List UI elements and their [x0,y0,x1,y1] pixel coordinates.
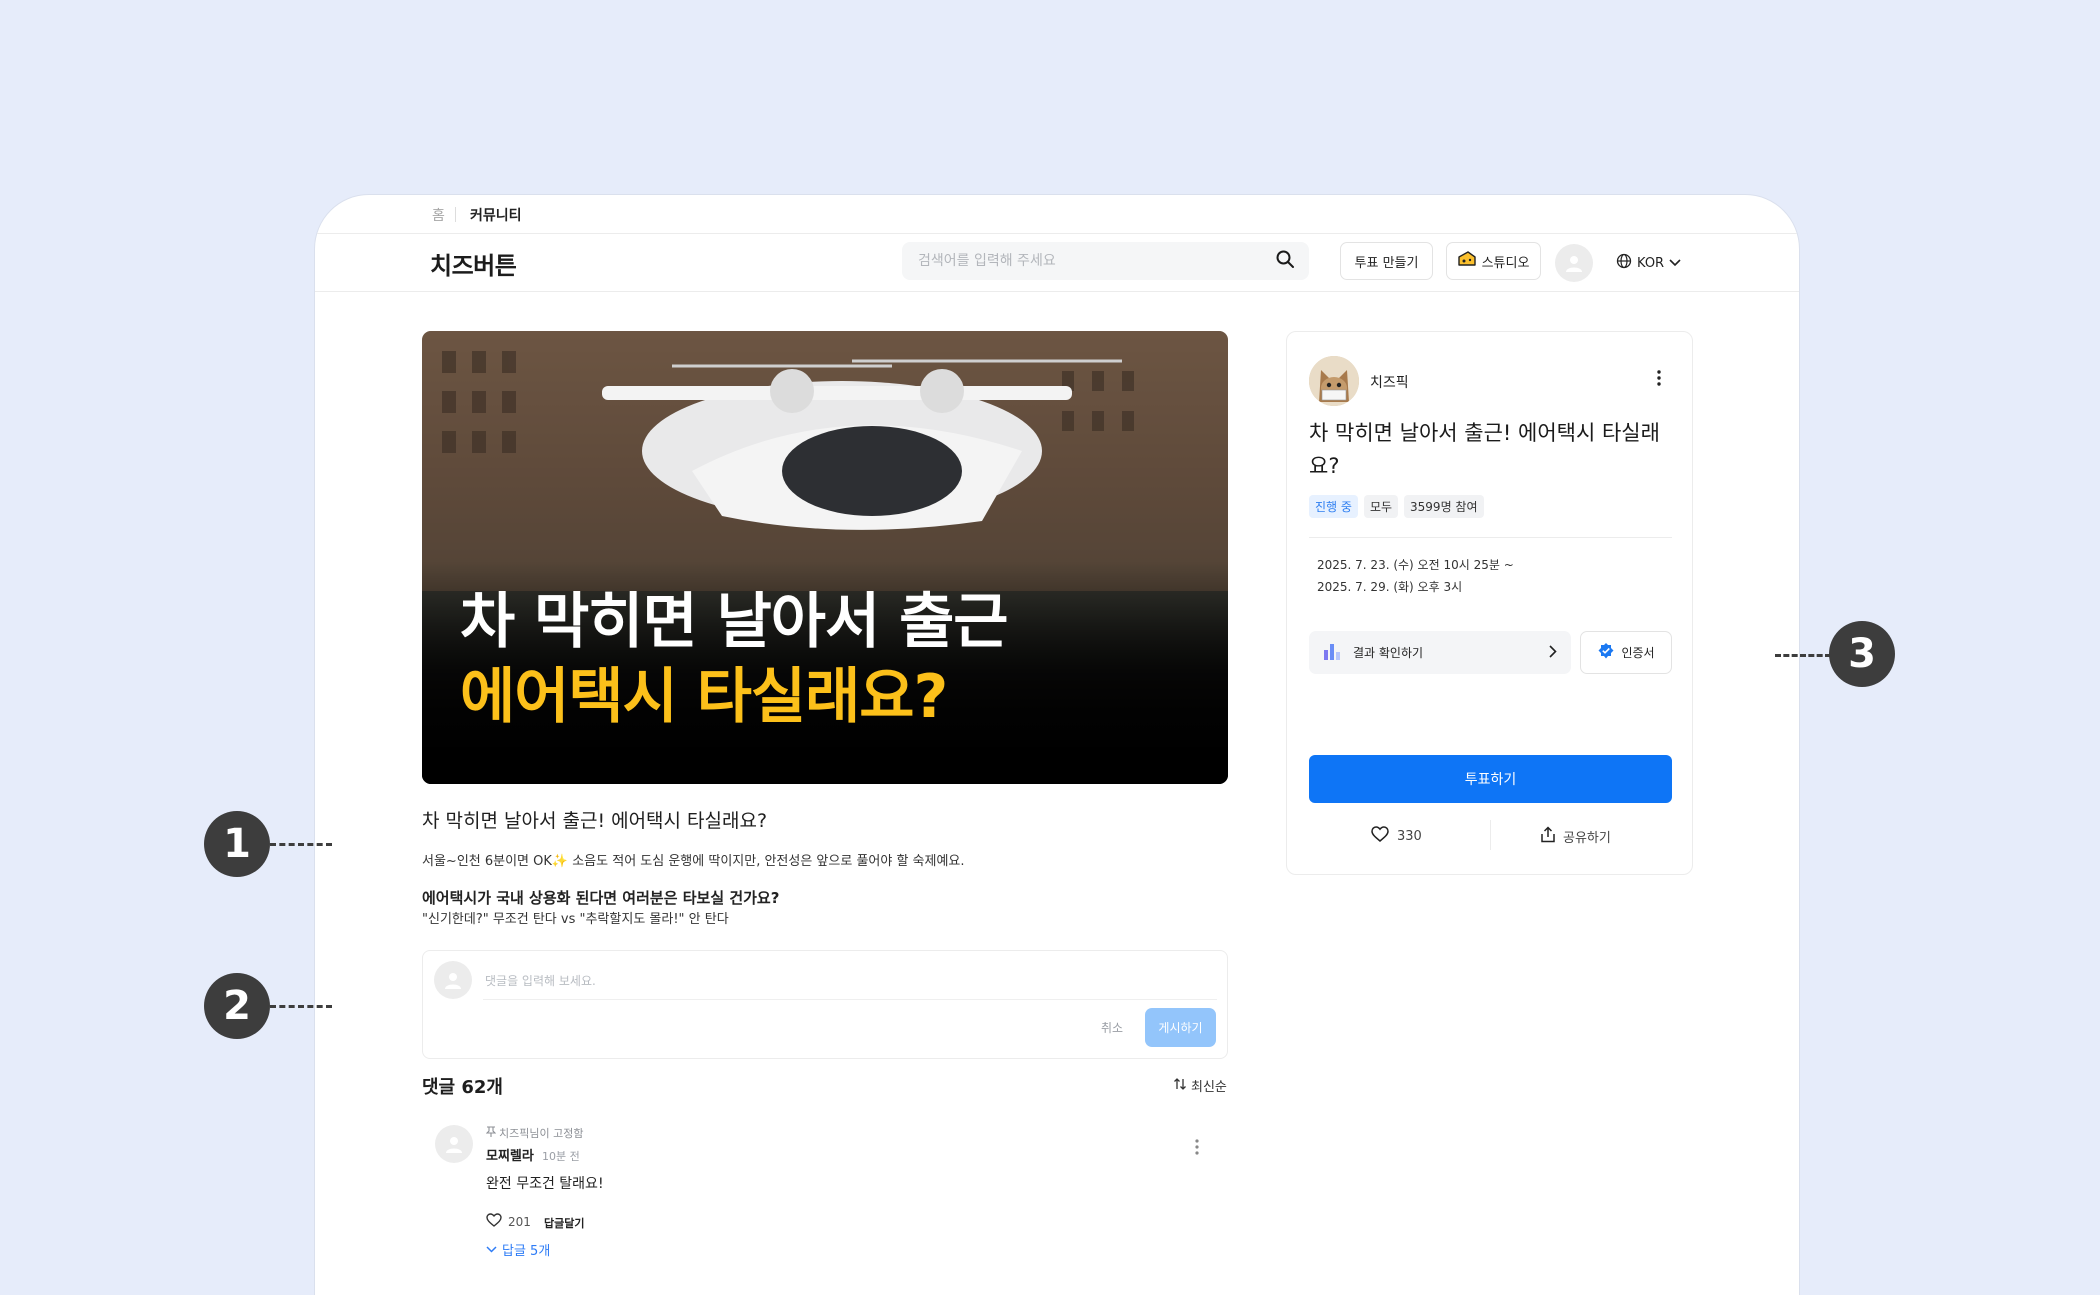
view-results-button[interactable]: 결과 확인하기 [1309,631,1571,674]
chevron-down-icon [1669,256,1681,271]
studio-button[interactable]: 스튜디오 [1446,242,1541,280]
hero-image: 차 막히면 날아서 출근 에어택시 타실래요? [422,331,1228,784]
poll-end-date: 2025. 7. 29. (화) 오후 3시 [1317,580,1463,594]
poll-title: 차 막히면 날아서 출근! 에어택시 타실래요? [1309,421,1660,478]
comment-count: 댓글 62개 [422,1077,503,1098]
user-icon [446,1137,462,1153]
post-options-line: "신기한데?" 무조건 탄다 vs "추락할지도 몰라!" 안 탄다 [422,912,729,927]
pinned-label: 치즈픽님이 고정함 [499,1127,584,1140]
comment-text: 완전 무조건 탈래요! [486,1176,604,1192]
divider [1309,537,1672,538]
globe-icon [1616,253,1632,273]
comment-like-button[interactable]: 201 [486,1213,531,1230]
comment-avatar[interactable] [435,1125,473,1163]
user-icon [1566,256,1582,272]
poll-start-date: 2025. 7. 23. (수) 오전 10시 25분 ~ [1317,558,1514,572]
chevron-right-icon [1549,644,1557,661]
pin-icon [485,1126,497,1140]
annotation-marker-3: 3 [1829,621,1895,687]
poll-card: 치즈픽 차 막히면 날아서 출근! 에어택시 타실래요? 진행 중 모두 359… [1286,331,1693,875]
composer-avatar [434,961,472,999]
breadcrumb-home[interactable]: 홈 [432,205,445,225]
comment-composer: 취소 게시하기 [422,950,1228,1059]
certificate-button[interactable]: 인증서 [1580,631,1672,674]
certificate-label: 인증서 [1621,646,1655,660]
more-options-icon[interactable] [1657,370,1661,390]
comment-time: 10분 전 [542,1150,580,1163]
make-poll-button[interactable]: 투표 만들기 [1340,242,1433,280]
share-button[interactable]: 공유하기 [1540,826,1611,847]
post-body: 서울~인천 6분이면 OK✨ 소음도 적어 도심 운행에 딱이지만, 안전성은 … [422,854,965,869]
search-icon[interactable] [1275,249,1295,273]
marker-3-line [1775,654,1831,657]
search-input[interactable] [916,252,1275,270]
poll-tags: 진행 중 모두 3599명 참여 [1309,495,1484,518]
annotation-marker-2: 2 [204,973,270,1039]
verified-badge-icon [1597,642,1615,663]
pinned-indicator: 치즈픽님이 고정함 [485,1125,584,1141]
user-avatar[interactable] [1555,244,1593,282]
heart-icon [486,1213,502,1230]
chevron-down-icon [486,1242,497,1257]
logo[interactable]: 치즈버튼 [430,246,517,281]
like-button[interactable]: 330 [1371,826,1422,846]
annotation-marker-1: 1 [204,811,270,877]
post-question: 에어택시가 국내 상용화 된다면 여러분은 타보실 건가요? [422,889,780,907]
cheese-icon [1457,251,1476,271]
participants-badge: 3599명 참여 [1404,495,1484,518]
audience-badge: 모두 [1363,495,1399,518]
view-results-label: 결과 확인하기 [1353,646,1424,660]
replies-label: 답글 5개 [502,1244,551,1259]
replies-toggle[interactable]: 답글 5개 [486,1240,550,1259]
poll-period: 2025. 7. 23. (수) 오전 10시 25분 ~ 2025. 7. 2… [1317,554,1514,598]
comment-like-count: 201 [508,1214,531,1229]
search-bar [902,242,1309,280]
comment-more-icon[interactable] [1195,1139,1199,1159]
hero-title-line2: 에어택시 타실래요? [460,662,948,732]
footer-divider [1490,820,1491,850]
author-avatar[interactable] [1309,356,1359,406]
marker-1-line [270,843,332,846]
make-poll-label: 투표 만들기 [1354,255,1419,271]
reply-button[interactable]: 답글달기 [544,1215,584,1231]
breadcrumb-separator [455,207,456,222]
language-label: KOR [1637,255,1665,271]
top-navigation: 치즈버튼 투표 만들기 스튜디오 KOR [315,233,1799,292]
marker-2-line [270,1005,332,1008]
comment-input[interactable] [483,963,1217,1000]
hero-title-line1: 차 막히면 날아서 출근 [460,587,1008,657]
sort-label: 최신순 [1191,1080,1227,1095]
vote-button[interactable]: 투표하기 [1309,755,1672,803]
share-label: 공유하기 [1563,831,1611,846]
bar-chart-icon [1323,641,1343,664]
sort-icon [1173,1077,1187,1095]
breadcrumb: 홈 커뮤니티 [315,195,1799,234]
sort-button[interactable]: 최신순 [1173,1076,1227,1095]
app-window: 홈 커뮤니티 치즈버튼 투표 만들기 스튜디오 KOR [315,195,1799,1295]
cat-avatar-image [1309,356,1359,406]
user-icon [445,973,461,989]
status-badge: 진행 중 [1309,495,1358,518]
like-count: 330 [1397,828,1422,844]
author-name[interactable]: 치즈픽 [1370,372,1409,392]
post-title: 차 막히면 날아서 출근! 에어택시 타실래요? [422,810,768,832]
language-selector[interactable]: KOR [1616,253,1681,273]
breadcrumb-current[interactable]: 커뮤니티 [470,205,522,225]
comment-author[interactable]: 모찌렐라 [486,1145,534,1164]
studio-label: 스튜디오 [1481,255,1530,271]
cancel-button[interactable]: 취소 [1087,1008,1137,1046]
share-icon [1540,826,1556,847]
submit-comment-button[interactable]: 게시하기 [1145,1008,1216,1047]
heart-icon [1371,826,1389,846]
